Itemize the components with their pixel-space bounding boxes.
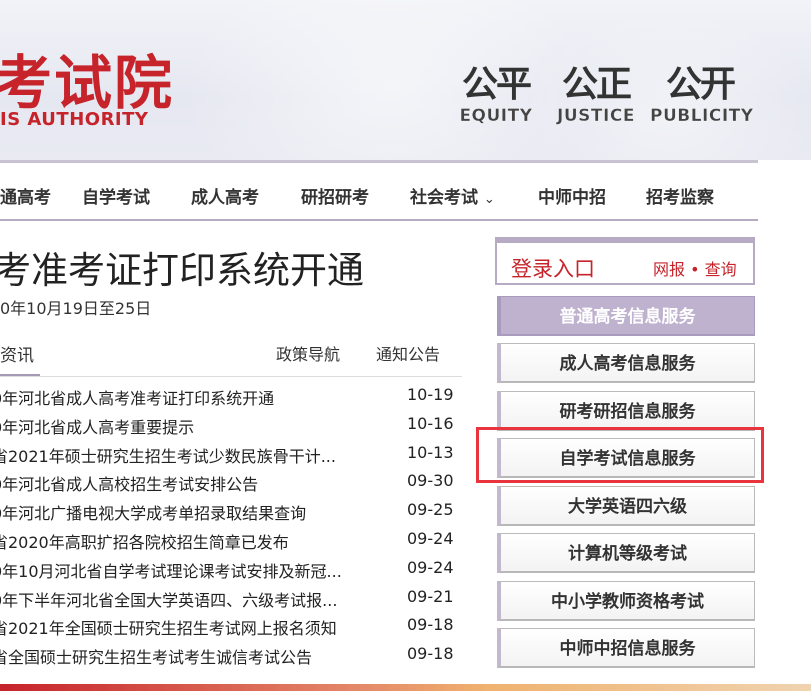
motto-en: PUBLICITY — [650, 106, 754, 126]
login-title[interactable]: 登录入口 — [511, 253, 595, 283]
tabs-divider — [0, 376, 462, 377]
site-header: 考试院 IS AUTHORITY 公平 EQUITY 公正 JUSTICE 公开… — [0, 0, 811, 160]
list-item[interactable]: 0年河北省成人高考准考证打印系统开通 10-19 — [0, 383, 470, 412]
service-computer-rank-button[interactable]: 计算机等级考试 — [497, 533, 755, 573]
news-date: 09-24 — [407, 528, 454, 548]
motto-cn: 公正 — [561, 63, 632, 105]
service-cet-button[interactable]: 大学英语四六级 — [497, 486, 755, 526]
news-tabs: 资讯 政策导航 通知公告 — [0, 336, 462, 380]
tab-notices[interactable]: 通知公告 — [376, 341, 440, 365]
chevron-down-icon: ⌄ — [483, 192, 495, 207]
news-date: 09-24 — [407, 557, 454, 577]
news-title[interactable]: 0年河北省成人高校招生考试安排公告 — [0, 471, 258, 495]
service-general-exam-button[interactable]: 普通高考信息服务 — [497, 296, 755, 336]
news-date: 09-18 — [407, 644, 454, 664]
list-item[interactable]: 省2020年高职扩招各院校招生简章已发布 09-24 — [0, 527, 470, 556]
list-item[interactable]: 0年下半年河北省全国大学英语四、六级考试报... 09-21 — [0, 585, 470, 614]
service-graduate-button[interactable]: 研考研招信息服务 — [497, 391, 755, 431]
motto-justice: 公正 JUSTICE — [546, 62, 646, 126]
nav-item-label: 社会考试 — [410, 188, 478, 208]
nav-item-secondary-enroll[interactable]: 中师中招 — [538, 183, 606, 208]
highlight-box — [476, 427, 764, 483]
list-item[interactable]: 0年河北省成人高校招生考试安排公告 09-30 — [0, 469, 470, 498]
news-date: 10-13 — [407, 442, 454, 462]
news-date: 09-18 — [407, 615, 454, 635]
main-nav: 通高考 自学考试 成人高考 研招研考 社会考试 ⌄ 中师中招 招考监察 — [0, 163, 758, 221]
motto-cn: 公开 — [665, 63, 736, 105]
motto-cn: 公平 — [461, 63, 532, 105]
motto-en: EQUITY — [459, 106, 533, 126]
nav-item-self-study[interactable]: 自学考试 — [82, 183, 150, 208]
news-title[interactable]: 0年10月河北省自学考试理论课考试安排及新冠... — [0, 558, 342, 582]
news-title[interactable]: 0年河北省成人高考重要提示 — [0, 414, 194, 438]
service-adult-exam-button[interactable]: 成人高考信息服务 — [497, 343, 755, 383]
list-item[interactable]: 0年10月河北省自学考试理论课考试安排及新冠... 09-24 — [0, 556, 470, 585]
site-logo-subtitle: IS AUTHORITY — [0, 109, 149, 130]
nav-item-general-exam[interactable]: 通高考 — [0, 183, 51, 208]
list-item[interactable]: 省2021年硕士研究生招生考试少数民族骨干计... 10-13 — [0, 441, 470, 470]
news-title[interactable]: 省2021年硕士研究生招生考试少数民族骨干计... — [0, 443, 336, 467]
news-date: 10-19 — [407, 385, 454, 404]
service-teacher-cert-button[interactable]: 中小学教师资格考试 — [497, 581, 755, 621]
news-date: 09-25 — [407, 500, 454, 520]
list-item[interactable]: 0年河北广播电视大学成考单招录取结果查询 09-25 — [0, 498, 470, 527]
motto-en: JUSTICE — [557, 106, 635, 126]
article-headline[interactable]: 考准考证打印系统开通 — [0, 240, 364, 294]
tab-news[interactable]: 资讯 — [0, 341, 34, 366]
news-title[interactable]: 0年下半年河北省全国大学英语四、六级考试报... — [0, 587, 337, 611]
list-item[interactable]: 0年河北省成人高考重要提示 10-16 — [0, 412, 470, 441]
news-title[interactable]: 省2020年高职扩招各院校招生简章已发布 — [0, 529, 289, 553]
footer-strip — [0, 684, 811, 691]
service-secondary-enroll-button[interactable]: 中师中招信息服务 — [497, 628, 755, 668]
news-title[interactable]: 省2021年全国硕士研究生招生考试网上报名须知 — [0, 615, 337, 639]
nav-item-adult-exam[interactable]: 成人高考 — [191, 183, 259, 208]
news-title[interactable]: 省全国硕士研究生招生考试考生诚信考试公告 — [0, 644, 312, 668]
news-title[interactable]: 0年河北广播电视大学成考单招录取结果查询 — [0, 500, 306, 524]
news-date: 10-16 — [407, 413, 454, 433]
nav-item-social-exam[interactable]: 社会考试 ⌄ — [410, 183, 495, 208]
nav-item-graduate[interactable]: 研招研考 — [301, 183, 369, 208]
tab-policy[interactable]: 政策导航 — [276, 341, 340, 365]
nav-item-supervision[interactable]: 招考监察 — [646, 183, 714, 208]
list-item[interactable]: 省2021年全国硕士研究生招生考试网上报名须知 09-18 — [0, 613, 470, 642]
article-dateline: 0年10月19日至25日 — [0, 299, 152, 318]
news-list: 0年河北省成人高考准考证打印系统开通 10-19 0年河北省成人高考重要提示 1… — [0, 383, 470, 671]
news-title[interactable]: 0年河北省成人高考准考证打印系统开通 — [0, 385, 274, 409]
motto-equity: 公平 EQUITY — [446, 62, 546, 126]
list-item[interactable]: 省全国硕士研究生招生考试考生诚信考试公告 09-18 — [0, 642, 470, 671]
login-links[interactable]: 网报 • 查询 — [653, 256, 737, 280]
login-panel[interactable]: 登录入口 网报 • 查询 — [495, 237, 755, 285]
news-date: 09-21 — [407, 586, 454, 606]
site-logo-text[interactable]: 考试院 — [0, 36, 174, 120]
motto-publicity: 公开 PUBLICITY — [650, 62, 754, 126]
news-date: 09-30 — [407, 471, 454, 491]
